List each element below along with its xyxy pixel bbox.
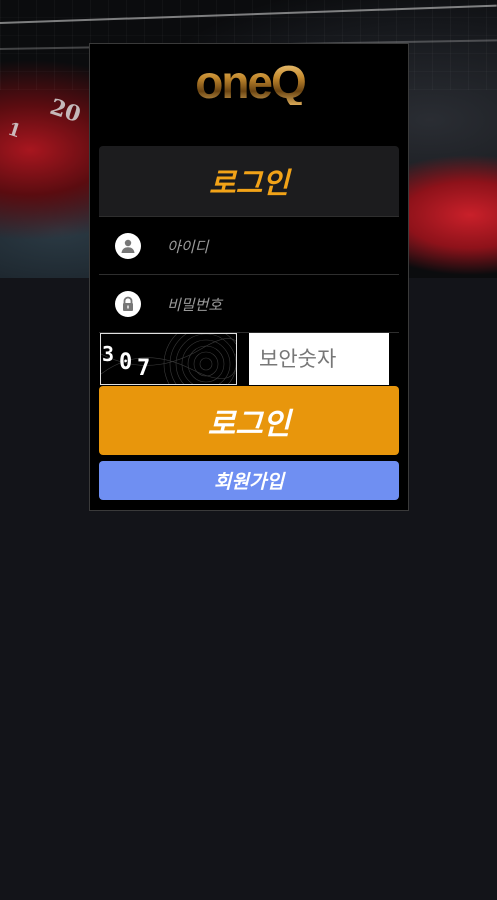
roulette-number-decoration: 20 [46, 93, 84, 129]
user-icon [115, 233, 141, 259]
captcha-digit: 0 [119, 350, 133, 375]
username-row [99, 217, 399, 275]
captcha-image: 3 0 7 [100, 333, 237, 385]
logo-text: oneQ [195, 56, 307, 108]
login-button[interactable]: 로그인 [99, 386, 399, 455]
login-title-box: 로그인 [99, 146, 399, 217]
lock-icon [115, 291, 141, 317]
captcha-digit: 3 [102, 342, 115, 366]
register-button[interactable]: 회원가입 [99, 461, 399, 500]
password-row [99, 275, 399, 333]
roulette-number-decoration: 1 [5, 118, 24, 143]
captcha-digit: 7 [137, 356, 151, 381]
login-title: 로그인 [208, 166, 290, 200]
username-input[interactable] [165, 231, 389, 263]
login-panel: oneQ 로그인 아이디 3 0 7 보안숫자 로그인 회원가입 [89, 43, 409, 511]
brand-logo[interactable]: oneQ [180, 54, 320, 110]
captcha-input[interactable] [249, 333, 389, 385]
password-input[interactable] [165, 289, 389, 321]
